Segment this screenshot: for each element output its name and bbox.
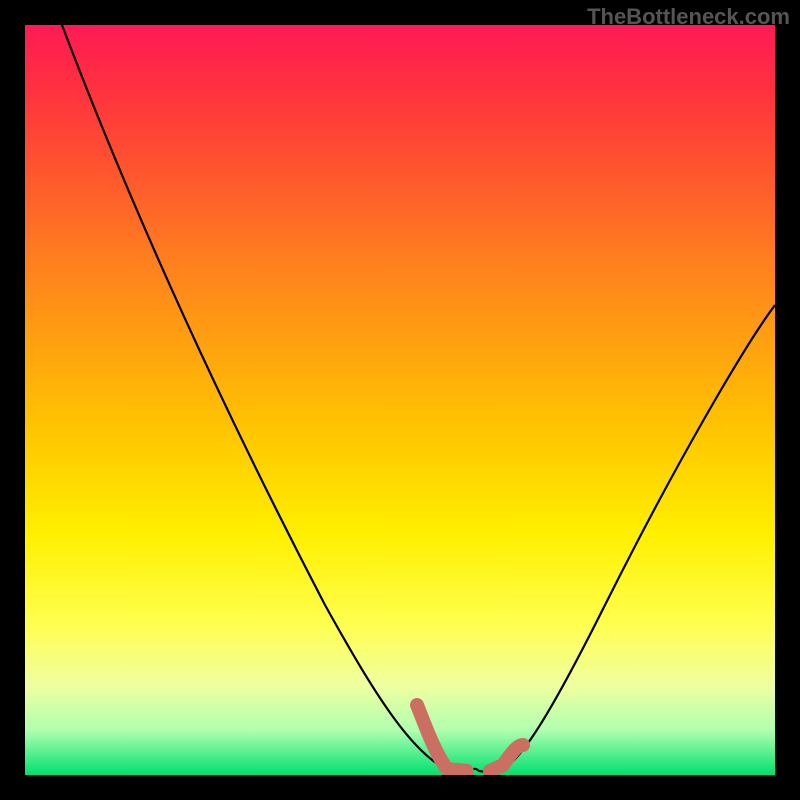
watermark-text: TheBottleneck.com xyxy=(587,4,790,30)
right-highlight-segment xyxy=(490,745,523,771)
bottleneck-chart xyxy=(25,25,775,775)
bottleneck-curve-line xyxy=(62,25,775,773)
left-highlight-segment xyxy=(417,705,467,771)
